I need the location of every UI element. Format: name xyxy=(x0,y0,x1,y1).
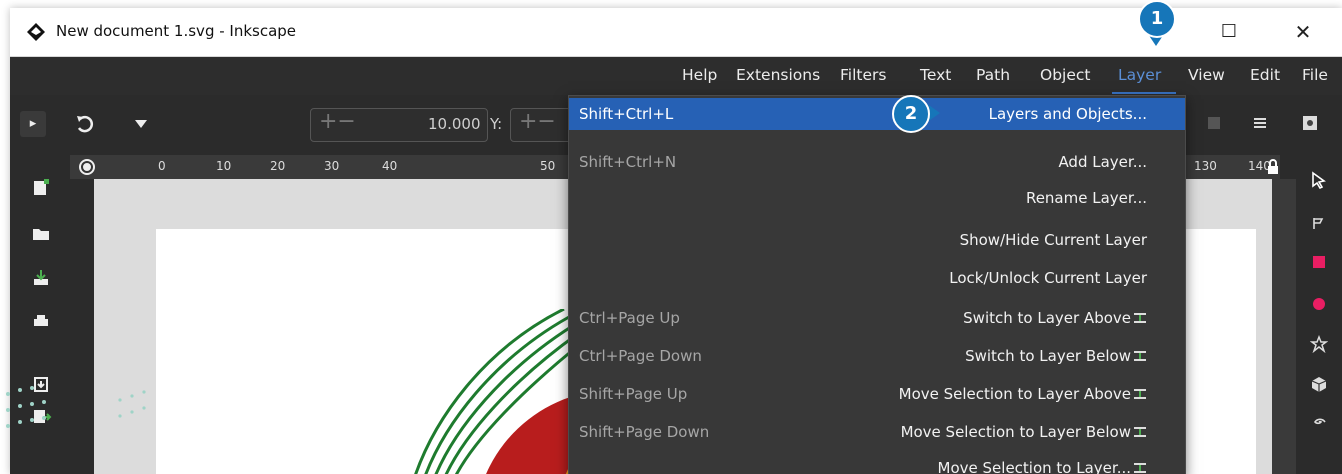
menu-item-label: Move Selection to Layer... xyxy=(937,459,1131,474)
rotate-icon[interactable] xyxy=(74,113,96,135)
zoom-icon[interactable] xyxy=(78,158,96,176)
menu-item-label: Rename Layer... xyxy=(1025,189,1147,207)
menu-file[interactable]: File xyxy=(1302,66,1328,84)
menu-item-label: Switch to Layer Above xyxy=(963,309,1131,327)
layer-down-icon xyxy=(1134,351,1146,361)
close-button[interactable]: ✕ xyxy=(1280,16,1326,48)
menu-layer[interactable]: Layer xyxy=(1118,66,1161,84)
maximize-button[interactable]: ☐ xyxy=(1206,16,1252,48)
menu-item-add-layer[interactable]: Shift+Ctrl+N Add Layer... xyxy=(569,146,1185,178)
menu-item-label: Move Selection to Layer Below xyxy=(900,423,1131,441)
step-callout-2: 2 xyxy=(892,95,930,133)
shortcut-label: Shift+Page Up xyxy=(579,385,688,403)
minus-icon: +− xyxy=(319,109,356,134)
active-menu-indicator xyxy=(1112,92,1176,94)
move-down-icon xyxy=(1134,427,1146,437)
menu-item-switch-layer-below[interactable]: Ctrl+Page Down Switch to Layer Below xyxy=(569,340,1185,372)
shortcut-label: Shift+Ctrl+N xyxy=(579,153,677,171)
menu-item-label-wrap: Move Selection to Layer Above xyxy=(899,385,1147,403)
ruler-tick-label: 40 xyxy=(382,159,398,173)
y-label: Y: xyxy=(490,115,503,133)
menu-item-label-wrap: Switch to Layer Above xyxy=(963,309,1147,327)
inkscape-window: New document 1.svg - Inkscape ☐ ✕ Help E… xyxy=(10,8,1342,474)
ruler-tick-label: 130 xyxy=(1194,159,1217,173)
menu-item-label: Lock/Unlock Current Layer xyxy=(949,269,1147,287)
menu-view[interactable]: View xyxy=(1188,66,1225,84)
menu-item-show-hide-layer[interactable]: Show/Hide Current Layer xyxy=(569,224,1185,256)
star-tool-icon[interactable] xyxy=(1310,335,1328,353)
object-icon[interactable] xyxy=(1302,115,1318,131)
layer-up-icon xyxy=(1134,313,1146,323)
shortcut-label: Ctrl+Page Down xyxy=(579,347,702,365)
menu-edit[interactable]: Edit xyxy=(1250,66,1280,84)
snap-toolbar xyxy=(1296,155,1342,474)
3d-box-icon[interactable] xyxy=(1310,375,1328,393)
layer-dropdown-menu: Shift+Ctrl+L Layers and Objects... Shift… xyxy=(568,95,1186,474)
ruler-tick-label: 30 xyxy=(324,159,340,173)
menu-extensions[interactable]: Extensions xyxy=(736,66,820,84)
step-callout-1: 1 xyxy=(1138,0,1176,38)
menu-text[interactable]: Text xyxy=(920,66,951,84)
save-icon[interactable] xyxy=(30,267,52,289)
ruler-tick-label: 10 xyxy=(216,159,232,173)
menu-item-label: Move Selection to Layer Above xyxy=(898,385,1131,403)
x-value: 10.000 xyxy=(428,115,481,133)
shortcut-label: Ctrl+Page Up xyxy=(579,309,680,327)
minus-icon: +− xyxy=(519,109,556,134)
menu-item-move-selection-to-layer[interactable]: Move Selection to Layer... xyxy=(569,452,1185,474)
open-folder-icon[interactable] xyxy=(30,223,52,245)
ruler-tick-label: 0 xyxy=(158,159,166,173)
move-up-icon xyxy=(1134,389,1146,399)
menu-item-label: Switch to Layer Below xyxy=(965,347,1131,365)
lock-icon[interactable] xyxy=(1266,159,1280,175)
play-icon[interactable]: ▸ xyxy=(20,111,46,137)
menu-bar: Help Extensions Filters Text Path Object… xyxy=(10,57,1342,95)
print-icon[interactable] xyxy=(30,311,52,333)
menu-item-lock-unlock-layer[interactable]: Lock/Unlock Current Layer xyxy=(569,262,1185,294)
node-tool-icon[interactable] xyxy=(1310,215,1328,233)
menu-path[interactable]: Path xyxy=(976,66,1010,84)
ruler-tick-label: 50 xyxy=(540,159,556,173)
menu-item-layers-and-objects[interactable]: Shift+Ctrl+L Layers and Objects... xyxy=(569,98,1185,130)
menu-item-label: Add Layer... xyxy=(1058,153,1147,171)
inkscape-logo-icon xyxy=(27,23,45,41)
new-document-icon[interactable] xyxy=(30,177,52,199)
menu-help[interactable]: Help xyxy=(682,66,717,84)
menu-item-label-wrap: Move Selection to Layer... xyxy=(938,459,1147,474)
align-icon[interactable] xyxy=(1252,115,1268,131)
menu-item-switch-layer-above[interactable]: Ctrl+Page Up Switch to Layer Above xyxy=(569,302,1185,334)
rectangle-tool-icon[interactable] xyxy=(1310,253,1328,271)
menu-item-label-wrap: Move Selection to Layer Below xyxy=(901,423,1147,441)
window-title: New document 1.svg - Inkscape xyxy=(56,22,297,40)
shortcut-label: Shift+Ctrl+L xyxy=(579,105,674,123)
snap-icon[interactable] xyxy=(1206,115,1222,131)
shortcut-label: Shift+Page Down xyxy=(579,423,710,441)
menu-object[interactable]: Object xyxy=(1040,66,1090,84)
chevron-down-icon[interactable] xyxy=(134,119,148,129)
circle-tool-icon[interactable] xyxy=(1310,295,1328,313)
menu-filters[interactable]: Filters xyxy=(840,66,886,84)
move-to-layer-icon xyxy=(1134,463,1146,473)
menu-item-label: Layers and Objects... xyxy=(988,105,1147,123)
menu-item-move-selection-above[interactable]: Shift+Page Up Move Selection to Layer Ab… xyxy=(569,378,1185,410)
y-spinbox[interactable]: +− xyxy=(510,108,572,142)
ruler-tick-label: 20 xyxy=(270,159,286,173)
menu-item-rename-layer[interactable]: Rename Layer... xyxy=(569,182,1185,214)
vertical-ruler xyxy=(1272,179,1296,474)
menu-item-move-selection-below[interactable]: Shift+Page Down Move Selection to Layer … xyxy=(569,416,1185,448)
menu-item-label: Show/Hide Current Layer xyxy=(959,231,1147,249)
menu-item-label-wrap: Switch to Layer Below xyxy=(965,347,1147,365)
pointer-icon[interactable] xyxy=(1310,171,1328,189)
spiral-tool-icon[interactable] xyxy=(1310,413,1328,431)
decorative-dots xyxy=(6,386,146,428)
